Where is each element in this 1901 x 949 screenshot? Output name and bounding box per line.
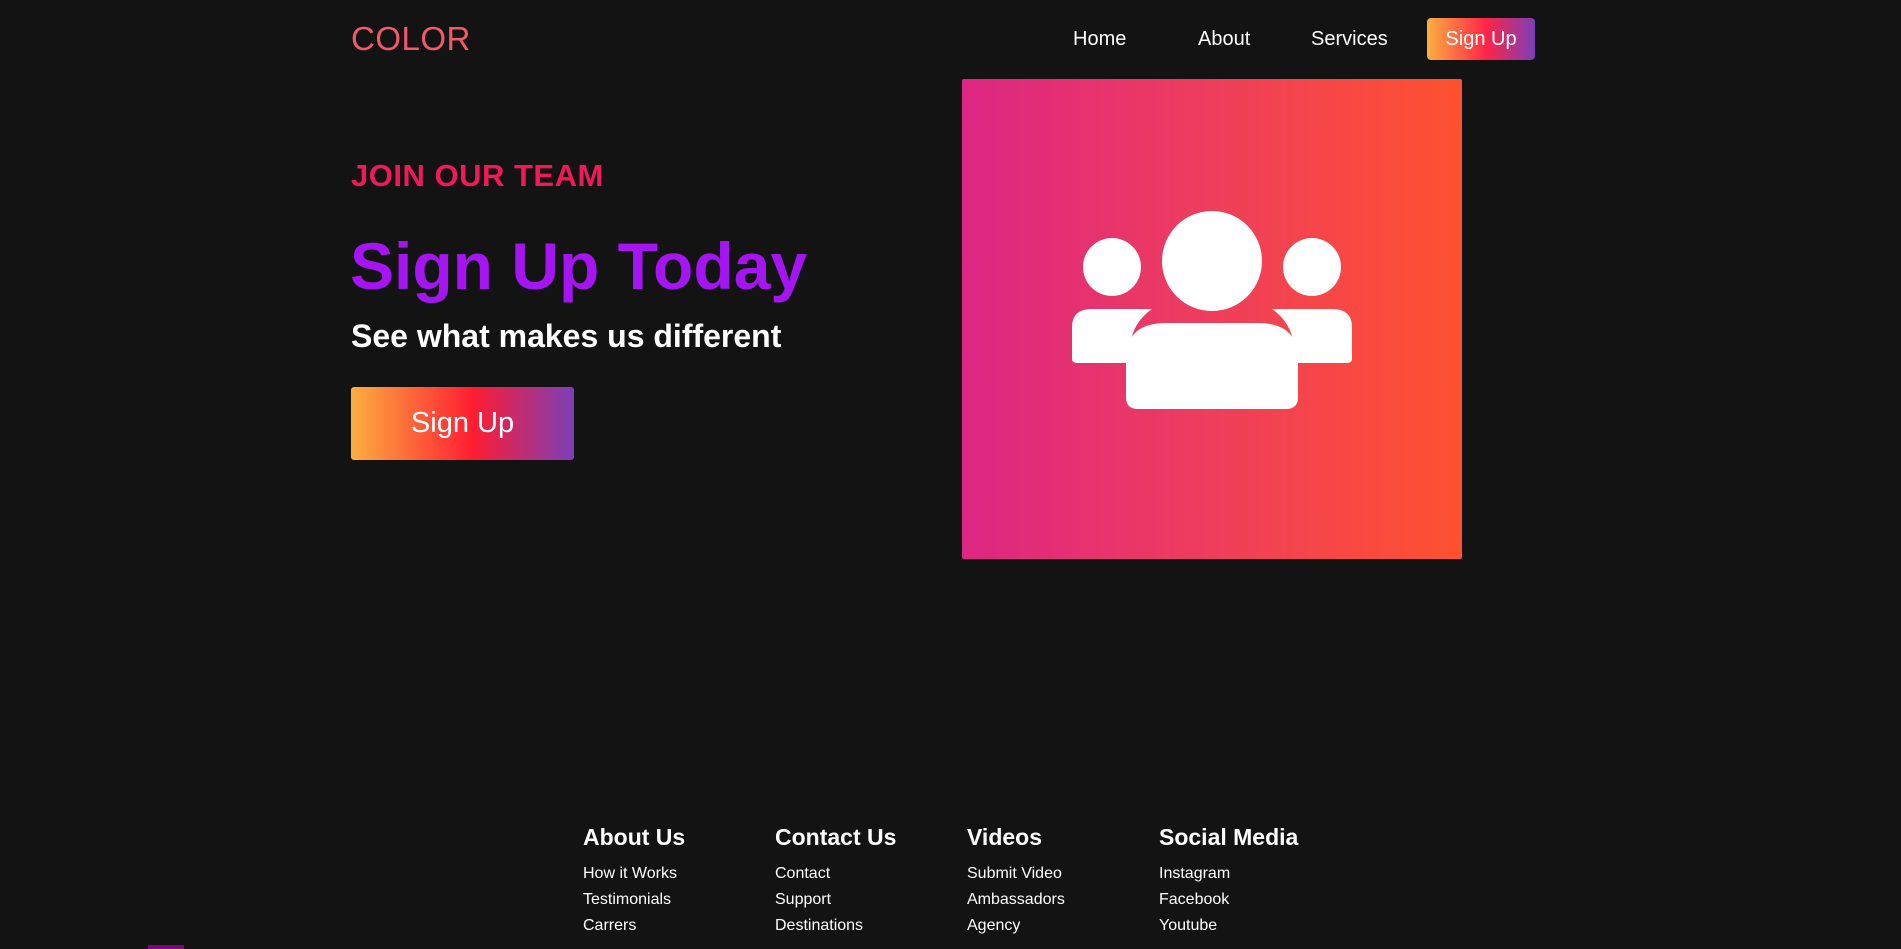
users-group-icon <box>1072 211 1352 409</box>
nav-signup-button[interactable]: Sign Up <box>1427 18 1535 60</box>
footer-column-social-media: Social Media Instagram Facebook Youtube <box>1159 824 1298 939</box>
footer-heading: Social Media <box>1159 824 1299 850</box>
hero-eyebrow: JOIN OUR TEAM <box>351 158 604 193</box>
footer-link-youtube[interactable]: Youtube <box>1159 913 1298 939</box>
footer-heading: Contact Us <box>775 824 897 850</box>
footer-link-instagram[interactable]: Instagram <box>1159 861 1298 887</box>
footer-link-agency[interactable]: Agency <box>967 913 1065 939</box>
footer-link-how-it-works[interactable]: How it Works <box>583 861 685 887</box>
hero-image-card <box>962 79 1462 559</box>
logo[interactable]: COLOR <box>351 20 471 58</box>
footer-link-carrers[interactable]: Carrers <box>583 913 685 939</box>
footer-column-videos: Videos Submit Video Ambassadors Agency <box>967 824 1065 939</box>
nav-link-services[interactable]: Services <box>1311 28 1388 51</box>
footer-link-facebook[interactable]: Facebook <box>1159 887 1298 913</box>
footer-link-ambassadors[interactable]: Ambassadors <box>967 887 1065 913</box>
hero-title: Sign Up Today <box>350 229 808 303</box>
nav-link-home[interactable]: Home <box>1073 28 1126 51</box>
bottom-accent-bar <box>148 945 184 949</box>
footer-link-contact[interactable]: Contact <box>775 861 896 887</box>
footer-column-about-us: About Us How it Works Testimonials Carre… <box>583 824 685 939</box>
hero-subtitle: See what makes us different <box>351 318 782 354</box>
nav-link-about[interactable]: About <box>1198 28 1250 51</box>
navbar: COLOR Home About Services Sign Up <box>0 0 1901 78</box>
footer-heading: About Us <box>583 824 686 850</box>
footer-column-contact-us: Contact Us Contact Support Destinations <box>775 824 896 939</box>
footer-heading: Videos <box>967 824 1042 850</box>
footer-link-submit-video[interactable]: Submit Video <box>967 861 1065 887</box>
footer-link-support[interactable]: Support <box>775 887 896 913</box>
hero-signup-button[interactable]: Sign Up <box>351 387 574 460</box>
page: COLOR Home About Services Sign Up JOIN O… <box>0 0 1901 949</box>
footer-link-destinations[interactable]: Destinations <box>775 913 896 939</box>
footer-link-testimonials[interactable]: Testimonials <box>583 887 685 913</box>
